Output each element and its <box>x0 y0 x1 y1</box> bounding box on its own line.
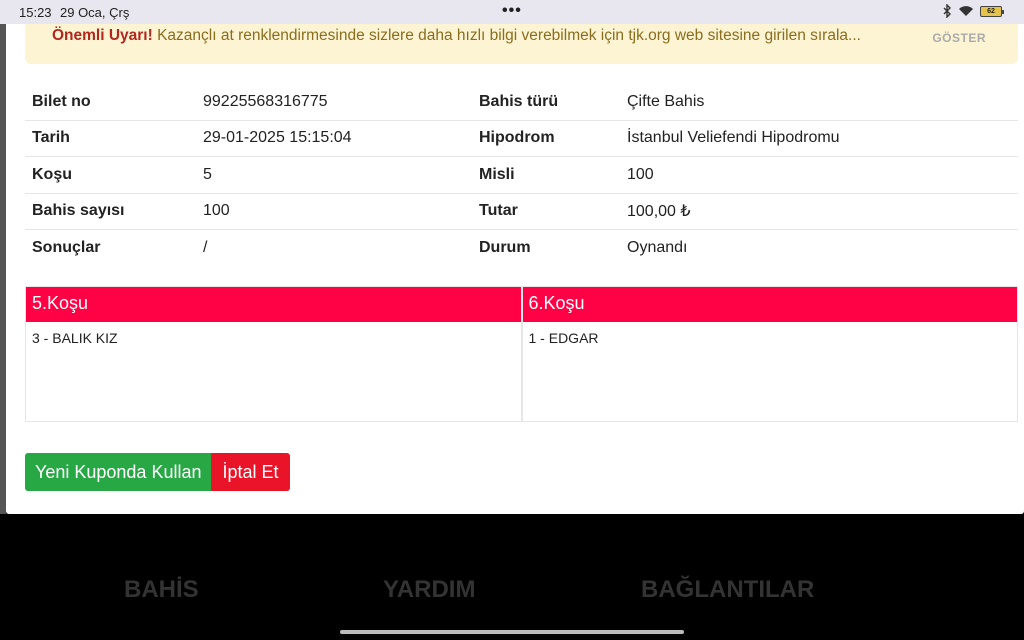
ticket-value: Çifte Bahis <box>627 92 705 110</box>
table-row: Sonuçlar / Durum Oynandı <box>25 230 1018 267</box>
ticket-value: Oynandı <box>627 239 688 257</box>
reuse-in-new-coupon-button[interactable]: Yeni Kuponda Kullan <box>25 453 212 491</box>
ticket-value: 100,00 ₺ <box>627 203 691 221</box>
ticket-value: 99225568316775 <box>203 92 328 110</box>
ticket-label: Hipodrom <box>479 129 555 147</box>
status-time: 15:23 <box>19 5 52 20</box>
gesture-nav-handle[interactable] <box>340 630 684 634</box>
ticket-value: / <box>203 239 208 257</box>
footer-link-yardim[interactable]: YARDIM <box>383 576 475 604</box>
footer-link-baglantilar[interactable]: BAĞLANTILAR <box>641 576 814 604</box>
ticket-value: 29-01-2025 15:15:04 <box>203 129 352 147</box>
ticket-value: 100 <box>627 165 654 183</box>
warning-message: Kazançlı at renklendirmesinde sizlere da… <box>157 27 861 44</box>
table-row: Koşu 5 Misli 100 <box>25 157 1018 194</box>
ticket-value: 100 <box>203 202 230 220</box>
ticket-label: Bahis sayısı <box>32 202 125 220</box>
status-bar: 15:23 29 Oca, Çrş ••• 62 <box>0 0 1024 24</box>
race-selections: 5.Koşu 3 - BALIK KIZ 6.Koşu 1 - EDGAR <box>25 286 1018 422</box>
ticket-label: Sonuçlar <box>32 239 101 257</box>
important-warning-banner: Önemli Uyarı! Kazançlı at renklendirmesi… <box>25 24 1018 64</box>
wifi-icon <box>959 6 973 16</box>
bluetooth-icon <box>943 4 951 18</box>
status-icons: 62 <box>942 4 1004 18</box>
ticket-label: Bahis türü <box>479 92 559 110</box>
action-buttons: Yeni Kuponda Kullan İptal Et <box>25 453 290 491</box>
race-column: 5.Koşu 3 - BALIK KIZ <box>26 287 521 421</box>
table-row: Bahis sayısı 100 Tutar 100,00 ₺ <box>25 194 1018 230</box>
status-date: 29 Oca, Çrş <box>60 5 130 20</box>
race-selection: 3 - BALIK KIZ <box>32 330 118 346</box>
ticket-detail-modal: Önemli Uyarı! Kazançlı at renklendirmesi… <box>6 24 1024 514</box>
show-warning-button[interactable]: GÖSTER <box>932 28 986 48</box>
cancel-ticket-button[interactable]: İptal Et <box>211 453 290 491</box>
battery-icon: 62 <box>980 5 1004 17</box>
race-title: 6.Koşu <box>522 287 1017 322</box>
race-column: 6.Koşu 1 - EDGAR <box>522 287 1017 421</box>
ticket-label: Misli <box>479 165 515 183</box>
race-title: 5.Koşu <box>26 287 521 322</box>
ticket-label: Tutar <box>479 202 518 220</box>
table-row: Bilet no 99225568316775 Bahis türü Çifte… <box>25 84 1018 121</box>
more-dots-icon[interactable]: ••• <box>502 2 522 20</box>
ticket-info-table: Bilet no 99225568316775 Bahis türü Çifte… <box>25 84 1018 267</box>
table-row: Tarih 29-01-2025 15:15:04 Hipodrom İstan… <box>25 121 1018 157</box>
warning-title: Önemli Uyarı! <box>52 27 153 44</box>
ticket-label: Tarih <box>32 129 70 147</box>
page-footer: BAHİS YARDIM BAĞLANTILAR <box>0 514 1024 640</box>
ticket-label: Durum <box>479 239 531 257</box>
ticket-value: İstanbul Veliefendi Hipodromu <box>627 129 840 147</box>
ticket-value: 5 <box>203 165 212 183</box>
ticket-label: Koşu <box>32 165 72 183</box>
ticket-label: Bilet no <box>32 92 91 110</box>
footer-link-bahis[interactable]: BAHİS <box>124 576 199 604</box>
race-selection: 1 - EDGAR <box>528 330 599 346</box>
